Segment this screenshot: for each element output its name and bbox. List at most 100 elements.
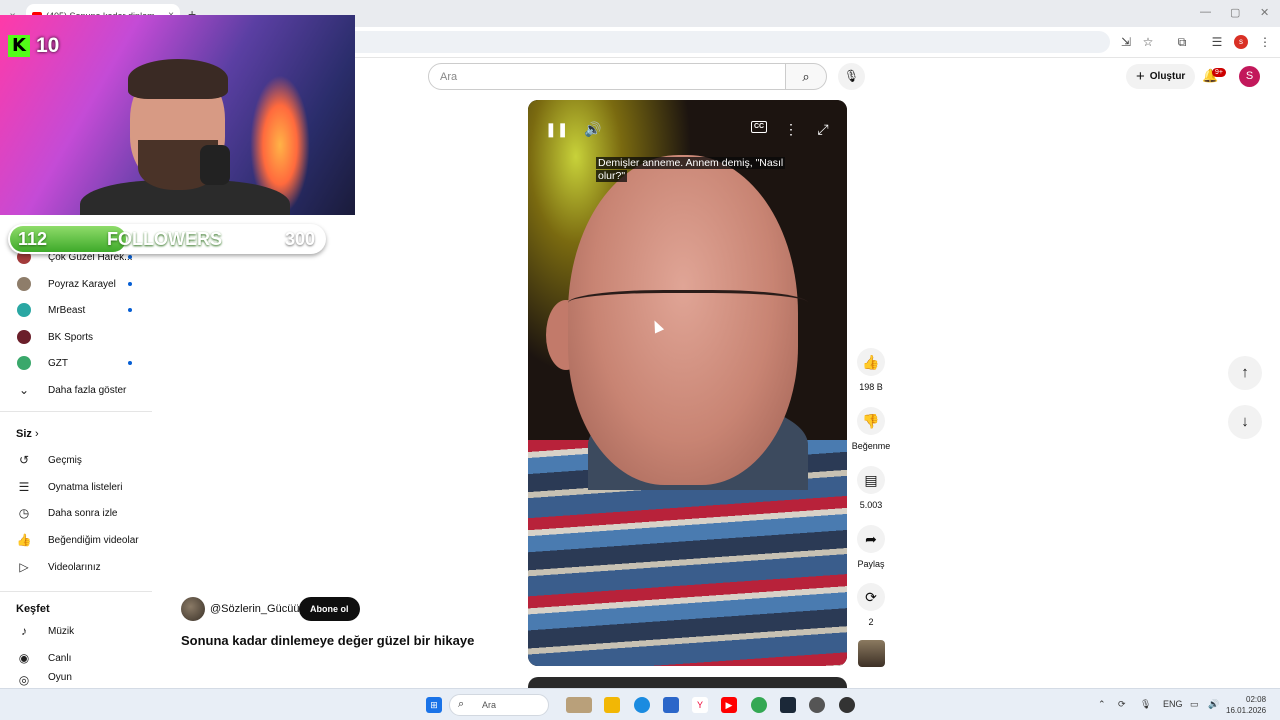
yandex-icon[interactable]: Y (692, 697, 708, 713)
start-windows-icon[interactable]: ⊞ (426, 697, 442, 713)
sidebar-item-label: Oyun (48, 672, 72, 683)
comments-button[interactable]: ▤ (857, 466, 885, 494)
edge-browser-icon[interactable] (634, 697, 650, 713)
sidebar-item-label: Geçmiş (48, 454, 82, 466)
url-field[interactable] (300, 31, 1110, 53)
search-input[interactable]: Ara (428, 63, 786, 90)
show-more-button[interactable]: ⌄ Daha fazla göster (0, 377, 152, 403)
arrow-down-icon: ↓ (1241, 413, 1249, 430)
notification-badge: 9+ (1212, 68, 1226, 77)
shorts-video-player[interactable]: ❚❚ 🔊 CC ⋮ ⤢ (528, 100, 847, 666)
subscribe-button[interactable]: Abone ol (299, 597, 360, 621)
extensions-icon[interactable]: ⧉ (1174, 34, 1190, 50)
system-clock[interactable]: 02:08 16.01.2026 (1226, 694, 1266, 716)
kick-count: 10 (36, 34, 60, 57)
share-label: Paylaş (857, 559, 885, 569)
more-options-icon[interactable]: ⋮ (781, 119, 801, 139)
file-explorer-icon[interactable] (604, 697, 620, 713)
history-icon: ↺ (18, 453, 30, 467)
sidebar-item-music[interactable]: ♪ Müzik (0, 618, 152, 644)
sidebar-item-label: Oynatma listeleri (48, 481, 123, 493)
chevron-down-icon: ⌄ (18, 383, 30, 397)
sidebar-divider (0, 411, 152, 412)
playlists-icon: ☰ (18, 480, 30, 494)
followers-goal: 300 (285, 229, 316, 249)
explore-section-header: Keşfet (16, 603, 50, 615)
sidebar-item-gaming[interactable]: ◎ Oyun (0, 672, 152, 688)
sidebar-subscription-item[interactable]: GZT (0, 350, 152, 376)
previous-video-button[interactable]: ↑ (1228, 356, 1262, 390)
show-hidden-icons-icon[interactable]: ⌃ (1098, 699, 1106, 710)
followers-label: FOLLOWERS (107, 229, 222, 249)
app-icon[interactable] (809, 697, 825, 713)
clock-time: 02:08 (1246, 695, 1267, 704)
sidebar-item-playlists[interactable]: ☰ Oynatma listeleri (0, 474, 152, 500)
media-controls-icon[interactable]: ☰ (1209, 34, 1225, 50)
youtube-app-icon[interactable]: ▶ (721, 697, 737, 713)
input-language[interactable]: ENG (1163, 699, 1183, 709)
pause-icon[interactable]: ❚❚ (545, 119, 568, 139)
chrome-icon[interactable] (751, 697, 767, 713)
your-videos-icon: ▷ (19, 560, 29, 574)
close-window-icon[interactable]: ✕ (1260, 6, 1269, 19)
browser-menu-icon[interactable]: ⋮ (1257, 34, 1273, 50)
channel-avatar[interactable] (181, 597, 205, 621)
windows-taskbar: ⊞ ⌕ Ara Y ▶ ⌃ ⟳ 🎙 ENG ▭ 🔊 02:08 16.01.20… (0, 688, 1280, 720)
captions-icon[interactable]: CC (751, 121, 767, 133)
sync-icon[interactable]: ⟳ (1118, 699, 1126, 710)
sidebar-item-watch-later[interactable]: ◷ Daha sonra izle (0, 500, 152, 526)
browser-profile-avatar[interactable]: s (1234, 35, 1248, 49)
create-label: Oluştur (1149, 71, 1186, 82)
remix-icon: ⟳ (865, 589, 877, 605)
thumbs-up-icon: 👍 (862, 354, 880, 370)
liked-icon: 👍 (16, 533, 32, 547)
recording-app-icon[interactable] (839, 697, 855, 713)
network-icon[interactable]: ▭ (1190, 699, 1199, 710)
microphone-tray-icon[interactable]: 🎙 (1140, 699, 1151, 710)
followers-current: 112 (18, 229, 48, 249)
dislike-button[interactable]: 👎 (857, 407, 885, 435)
sidebar-subscription-item[interactable]: Poyraz Karayel (0, 271, 152, 297)
video-title[interactable]: Sonuna kadar dinlemeye değer güzel bir h… (181, 633, 474, 648)
music-icon: ♪ (21, 624, 27, 638)
you-section-header[interactable]: Siz › (16, 428, 39, 440)
share-button[interactable]: ➦ (857, 525, 885, 553)
next-video-button[interactable]: ↓ (1228, 405, 1262, 439)
gaming-icon: ◎ (18, 673, 30, 687)
kick-logo-icon: K (8, 35, 30, 57)
taskbar-search[interactable]: ⌕ Ara (449, 694, 549, 716)
sidebar-item-label: Canlı (48, 652, 72, 664)
bookmark-star-icon[interactable]: ☆ (1140, 34, 1156, 50)
remix-button[interactable]: ⟳ (857, 583, 885, 611)
sidebar-item-liked[interactable]: 👍 Beğendiğim videolar (0, 527, 152, 553)
widgets-icon[interactable] (566, 697, 592, 713)
account-avatar[interactable]: S (1239, 66, 1260, 87)
sidebar-subscription-item[interactable]: MrBeast (0, 297, 152, 323)
kick-viewer-counter: K 10 (8, 34, 59, 58)
minimize-icon[interactable]: — (1200, 6, 1211, 18)
sidebar-item-label: Videolarınız (48, 561, 101, 573)
like-button[interactable]: 👍 (857, 348, 885, 376)
audio-source-thumbnail[interactable] (858, 640, 885, 667)
sidebar-item-label: GZT (48, 357, 68, 369)
sidebar-item-live[interactable]: ◉ Canlı (0, 645, 152, 671)
comment-count: 5.003 (859, 500, 883, 510)
channel-name[interactable]: @Sözlerin_Gücüü (210, 603, 299, 615)
dislike-label: Beğenme (851, 441, 891, 451)
fullscreen-icon[interactable]: ⤢ (813, 119, 833, 139)
steam-icon[interactable] (780, 697, 796, 713)
share-icon: ➦ (865, 531, 877, 547)
store-icon[interactable] (663, 697, 679, 713)
voice-search-button[interactable]: 🎙 (838, 63, 865, 90)
sidebar-subscription-item[interactable]: BK Sports (0, 324, 152, 350)
sidebar-item-label: BK Sports (48, 331, 94, 343)
install-app-icon[interactable]: ⇲ (1118, 34, 1134, 50)
maximize-icon[interactable]: ▢ (1230, 6, 1240, 19)
show-more-label: Daha fazla göster (48, 384, 127, 396)
search-button[interactable]: ⌕ (785, 63, 827, 90)
sidebar-item-your-videos[interactable]: ▷ Videolarınız (0, 554, 152, 580)
volume-icon[interactable]: 🔊 (583, 119, 603, 139)
create-button[interactable]: + Oluştur (1126, 64, 1196, 89)
volume-tray-icon[interactable]: 🔊 (1208, 699, 1219, 710)
sidebar-item-history[interactable]: ↺ Geçmiş (0, 447, 152, 473)
